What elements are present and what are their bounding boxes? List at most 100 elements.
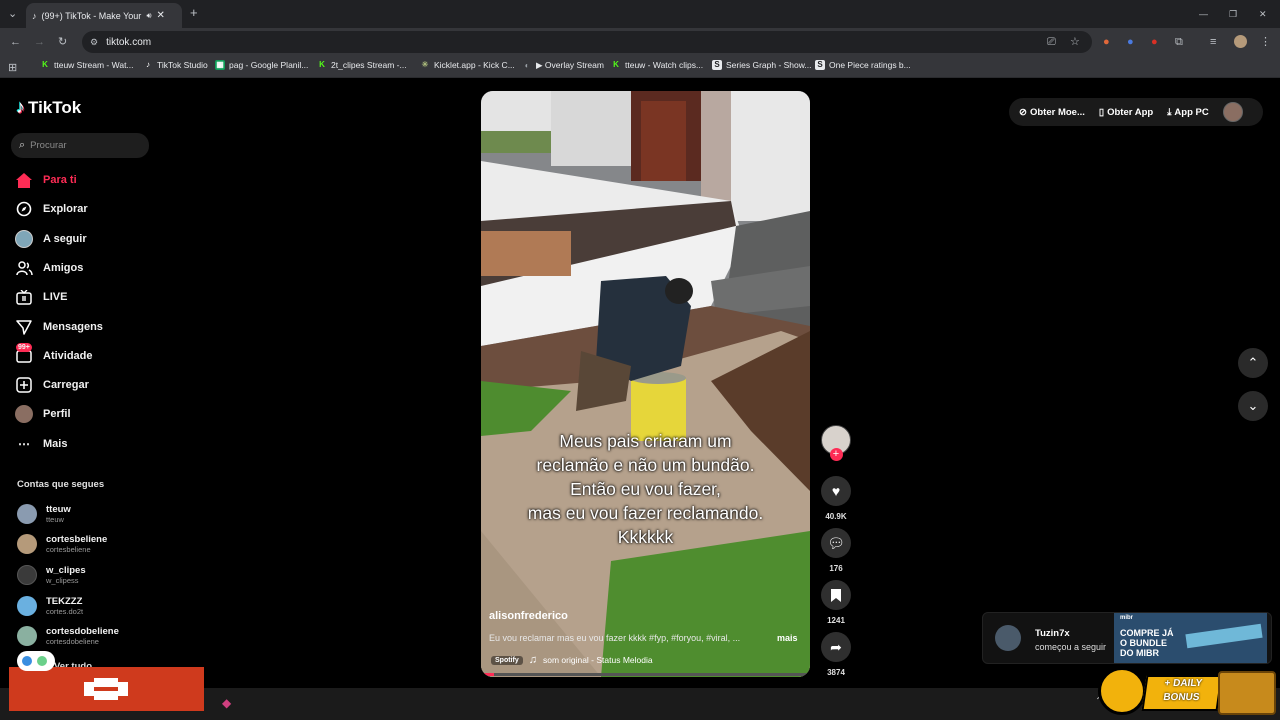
follow-notification[interactable]: Tuzin7x começou a seguir mibr COMPRE JÁ … <box>982 612 1272 664</box>
coin-icon: ⊘ <box>1019 106 1027 118</box>
nav-perfil[interactable]: Perfil <box>15 405 71 423</box>
more-icon: ⋯ <box>18 437 30 451</box>
app-icon[interactable]: ◆ <box>222 696 231 710</box>
like-action[interactable]: ♥ 40.9K <box>821 476 851 521</box>
video-player[interactable]: Meus pais criaram um reclamão e não um b… <box>481 91 810 677</box>
following-account[interactable]: tteuw tteuw <box>17 504 71 524</box>
bookmark-1[interactable]: ♪ TikTok Studio <box>143 60 208 70</box>
tab-search-icon[interactable]: ⌄ <box>8 6 17 22</box>
video-description: Eu vou reclamar mas eu vou fazer kkkk #f… <box>489 633 741 643</box>
next-video-button[interactable]: ⌄ <box>1238 391 1268 421</box>
extensions-puzzle-icon[interactable]: ⧉ <box>1175 34 1183 50</box>
treasure-crate-icon <box>1218 671 1276 715</box>
video-author[interactable]: alisonfrederico <box>489 610 568 622</box>
creator-avatar[interactable]: + <box>821 425 851 461</box>
browser-tab-strip: ⌄ ♪ (99+) TikTok - Make Your Day 🔊︎ ✕ + … <box>0 0 1280 28</box>
minimize-icon[interactable]: — <box>1199 6 1208 22</box>
nav-amigos[interactable]: Amigos <box>15 259 83 277</box>
nav-para-ti[interactable]: Para ti <box>15 171 77 189</box>
bookmark-0[interactable]: Ktteuw Stream - Wat... <box>40 60 133 70</box>
bookmark-7[interactable]: S Series Graph - Show... <box>712 60 812 70</box>
bonus-banner: + DAILY BONUS <box>1141 675 1223 711</box>
avatar <box>17 504 37 524</box>
bookmark-2[interactable]: ▦ pag - Google Planil... <box>215 60 308 70</box>
tiktok-logo[interactable]: ♪ TikTok <box>16 97 81 118</box>
back-icon[interactable]: ← <box>10 34 21 50</box>
rifle-image <box>1185 623 1263 649</box>
extension-2-icon[interactable]: ● <box>1127 34 1134 50</box>
nav-live[interactable]: LIVE <box>15 288 67 306</box>
following-account[interactable]: cortesdobeliene cortesdobeliene <box>17 626 119 646</box>
speaker-icon[interactable]: 🔊︎ <box>147 11 152 21</box>
home-icon <box>15 171 33 189</box>
share-action[interactable]: ➦ 3874 <box>821 632 851 677</box>
address-bar[interactable]: ⚙ tiktok.com <box>82 31 1092 53</box>
comment-action[interactable]: 💬︎ 176 <box>821 528 851 573</box>
get-coins-button[interactable]: ⊘ Obter Moe... <box>1019 107 1085 118</box>
nav-a-seguir[interactable]: A seguir <box>15 230 87 248</box>
activity-icon: 99+ <box>15 343 33 365</box>
bookmark-3[interactable]: K 2t_clipes Stream -... <box>317 60 406 70</box>
previous-video-button[interactable]: ⌃ <box>1238 348 1268 378</box>
bookmark-star-icon[interactable]: ☆ <box>1070 34 1080 50</box>
blue-dot-icon <box>22 656 32 666</box>
more-button[interactable]: mais <box>777 633 798 643</box>
heart-icon[interactable]: ♥ <box>821 476 851 506</box>
tiktok-icon: ♪ <box>146 60 150 69</box>
avatar <box>17 534 37 554</box>
forward-icon[interactable]: → <box>34 34 45 50</box>
daily-bonus-overlay[interactable]: + DAILY BONUS <box>1098 665 1280 720</box>
follow-plus-icon[interactable]: + <box>829 448 843 461</box>
bookmark-4[interactable]: ✳ Kicklet.app - Kick C... <box>420 60 515 70</box>
nav-explorar[interactable]: Explorar <box>15 200 88 218</box>
music-row[interactable]: Spotify ♫ som original - Status Melodia <box>491 654 653 666</box>
avatar <box>17 596 37 616</box>
chevron-up-icon: ⌃ <box>1247 355 1259 370</box>
video-caption: Meus pais criaram um reclamão e não um b… <box>527 431 764 547</box>
chrome-menu-icon[interactable]: ⋮ <box>1260 34 1271 50</box>
tiktok-favicon-icon: ♪ <box>32 10 37 21</box>
live-icon <box>15 288 33 306</box>
following-account[interactable]: cortesbeliene cortesbeliene <box>17 534 107 554</box>
extension-1-icon[interactable]: ● <box>1103 34 1110 50</box>
site-info-icon[interactable]: ⚙ <box>90 37 98 48</box>
cast-icon[interactable]: ⎚ <box>1047 34 1056 50</box>
chat-bubble <box>17 651 55 671</box>
profile-avatar-icon[interactable] <box>1234 35 1247 48</box>
search-input[interactable]: ⌕ Procurar <box>11 133 149 158</box>
bookmark-6[interactable]: Ktteuw - Watch clips... <box>611 60 703 70</box>
notification-user: Tuzin7x <box>1035 628 1070 639</box>
following-account[interactable]: TEKZZZ cortes.do2t <box>17 596 83 616</box>
get-app-button[interactable]: ▯ Obter App <box>1099 107 1153 118</box>
apps-grid-icon[interactable]: ⊞ <box>8 60 17 76</box>
maximize-icon[interactable]: ❐ <box>1229 6 1237 22</box>
close-tab-icon[interactable]: ✕ <box>157 10 165 21</box>
browser-tab[interactable]: ♪ (99+) TikTok - Make Your Day 🔊︎ ✕ <box>26 3 182 28</box>
bookmark-5[interactable]: ◐ ▶ Overlay Stream <box>522 60 604 71</box>
reload-icon[interactable]: ↻ <box>58 34 67 50</box>
following-account[interactable]: w_clipes w_clipess <box>17 565 86 585</box>
share-icon[interactable]: ➦ <box>821 632 851 662</box>
mibr-ad[interactable]: mibr COMPRE JÁ O BUNDLE DO MIBR <box>1114 613 1267 663</box>
notification-text: começou a seguir <box>1035 642 1107 652</box>
video-progress-bar[interactable] <box>481 673 810 676</box>
pc-app-button[interactable]: ⤓ App PC <box>1167 107 1209 118</box>
comment-count: 176 <box>829 564 843 573</box>
bookmark-8[interactable]: S One Piece ratings b... <box>815 60 911 70</box>
compass-icon <box>15 200 33 218</box>
media-queue-icon[interactable]: ≡ <box>1210 34 1216 50</box>
comment-icon[interactable]: 💬︎ <box>821 528 851 558</box>
extension-3-icon[interactable]: ● <box>1151 34 1158 50</box>
nav-mais[interactable]: ⋯ Mais <box>15 435 67 453</box>
close-window-icon[interactable]: ✕ <box>1259 6 1267 22</box>
user-avatar[interactable] <box>1222 102 1243 122</box>
search-icon: ⌕ <box>19 139 26 151</box>
ad-headline: COMPRE JÁ O BUNDLE DO MIBR <box>1120 628 1174 658</box>
nav-atividade[interactable]: 99+ Atividade <box>15 343 93 365</box>
nav-mensagens[interactable]: Mensagens <box>15 318 103 336</box>
nav-carregar[interactable]: Carregar <box>15 376 89 394</box>
download-icon: ⤓ <box>1167 106 1172 118</box>
new-tab-icon[interactable]: + <box>190 5 198 21</box>
save-action[interactable]: 1241 <box>821 580 851 625</box>
bookmark-icon[interactable] <box>821 580 851 610</box>
